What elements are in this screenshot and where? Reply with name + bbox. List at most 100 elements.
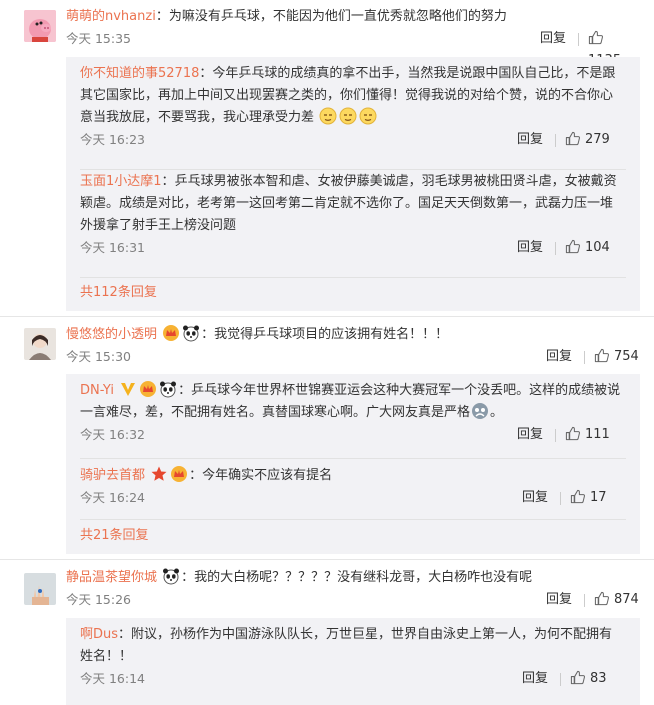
colon: ： — [181, 570, 195, 585]
colon: ： — [199, 66, 213, 81]
panda-emoji-icon — [160, 381, 177, 398]
thumbs-up-icon — [594, 348, 609, 363]
timestamp: 今天 16:32 — [80, 427, 145, 442]
reply-button[interactable]: 回复 — [546, 589, 572, 611]
separator — [555, 429, 556, 442]
crown-badge-icon — [171, 466, 188, 482]
divider — [80, 458, 626, 459]
like-count: 754 — [614, 349, 639, 364]
reply-text-line: 啊Dus：附议，孙杨作为中国游泳队队长，万世巨星，世界自由泳史上第一人，为何不配… — [80, 624, 626, 646]
reply-item: 骑驴去首都 ：今年确实不应该有提名 今天 16:24 回复 17 — [80, 465, 626, 509]
timestamp: 今天 15:35 — [66, 31, 131, 46]
smug-emoji-icon — [359, 107, 377, 125]
username-link[interactable]: 慢悠悠的小透明 — [66, 327, 157, 342]
reply-text: 今年确实不应该有提名 — [202, 468, 333, 483]
like-count: 104 — [585, 240, 610, 255]
reply-text: 一言难尽，差，不配拥有姓名。真替国球寒心啊。广大网友真是严格 — [80, 405, 471, 420]
thumbs-up-icon — [588, 30, 603, 45]
separator — [560, 492, 561, 505]
username-link[interactable]: 啊Dus — [80, 627, 118, 642]
reply-box: DN-Yi ：乒乓球今年世界杯世锦赛亚运会这种大赛冠军一个没丢吧。这样的成绩被说… — [66, 374, 640, 554]
reply-item: 你不知道的事52718：今年乒乓球的成绩真的拿不出手，当然我是说跟中国队自己比，… — [80, 63, 626, 151]
reply-text-line: 姓名！！ — [80, 649, 133, 664]
avatar[interactable] — [24, 573, 56, 605]
like-button[interactable]: 754 — [594, 346, 639, 368]
timestamp: 今天 16:31 — [80, 240, 145, 255]
reply-box: 你不知道的事52718：今年乒乓球的成绩真的拿不出手，当然我是说跟中国队自己比，… — [66, 57, 640, 311]
avatar[interactable] — [24, 10, 56, 42]
thumbs-up-icon — [565, 239, 580, 254]
more-replies-link[interactable]: 共112条回复 — [80, 282, 157, 304]
colon: ： — [178, 383, 192, 398]
comment-text: 为嘛没有乒乓球，不能因为他们一直优秀就忽略他们的努力 — [168, 9, 507, 24]
reply-text: 乒乓球男被张本智和虐、女被伊藤美诚虐，羽毛球男被桃田贤斗虐，女被戴资 — [174, 174, 617, 189]
reply-button[interactable]: 回复 — [517, 129, 543, 151]
separator — [584, 351, 585, 364]
reply-text-line: 一言难尽，差，不配拥有姓名。真替国球寒心啊。广大网友真是严格 。 — [80, 402, 626, 424]
reply-text-line: 意当我放屁，不要骂我，我心理承受力差 — [80, 107, 626, 129]
username-link[interactable]: 萌萌的nvhanzi — [66, 9, 156, 24]
reply-meta: 今天 16:23 回复 279 — [80, 129, 626, 151]
reply-button[interactable]: 回复 — [540, 28, 566, 50]
panda-emoji-icon — [163, 568, 180, 585]
more-replies-link[interactable]: 共21条回复 — [80, 525, 149, 547]
reply-meta: 今天 16:31 回复 104 — [80, 237, 626, 259]
reply-text-line: DN-Yi ：乒乓球今年世界杯世锦赛亚运会这种大赛冠军一个没丢吧。这样的成绩被说 — [80, 380, 626, 402]
thumbs-up-icon — [594, 591, 609, 606]
username-link[interactable]: 静品温茶望你城 — [66, 570, 157, 585]
reply-text-line: 骑驴去首都 ：今年确实不应该有提名 — [80, 465, 626, 487]
like-button[interactable]: 279 — [565, 129, 610, 151]
reply-button[interactable]: 回复 — [517, 424, 543, 446]
reply-text: 今年乒乓球的成绩真的拿不出手，当然我是说跟中国队自己比，不是跟 — [212, 66, 616, 81]
username-link[interactable]: 骑驴去首都 — [80, 468, 145, 483]
reply-button[interactable]: 回复 — [546, 346, 572, 368]
reply-button[interactable]: 回复 — [522, 668, 548, 690]
comment-text: 我的大白杨呢？？？？？没有继科龙哥，大白杨咋也没有呢 — [194, 570, 533, 585]
smug-emoji-icon — [319, 107, 337, 125]
reply-text-line: 其它国家比，再加上中间又出现罢赛之类的，你们懂得！觉得我说的对给个赞，说的不合你… — [80, 88, 614, 103]
reply-item: 玉面1小达摩1：乒乓球男被张本智和虐、女被伊藤美诚虐，羽毛球男被桃田贤斗虐，女被… — [80, 171, 626, 259]
avatar[interactable] — [24, 328, 56, 360]
colon: ： — [155, 9, 169, 24]
separator — [560, 673, 561, 686]
comment-text-line: 慢悠悠的小透明 ：我觉得乒乓球项目的应该拥有姓名！！！ — [66, 324, 640, 346]
reply-text: 乒乓球今年世界杯世锦赛亚运会这种大赛冠军一个没丢吧。这样的成绩被说 — [191, 383, 621, 398]
reply-button[interactable]: 回复 — [517, 237, 543, 259]
divider — [80, 169, 626, 170]
like-button[interactable]: 17 — [570, 487, 607, 509]
timestamp: 今天 15:30 — [66, 349, 131, 364]
reply-meta: 今天 16:24 回复 17 — [80, 487, 626, 509]
colon: ： — [189, 468, 203, 483]
like-button[interactable]: 83 — [570, 668, 607, 690]
thumbs-up-icon — [570, 489, 585, 504]
reply-text: 附议，孙杨作为中国游泳队队长，万世巨星，世界自由泳史上第一人，为何不配拥有 — [131, 627, 613, 642]
crown-badge-icon — [163, 325, 180, 341]
separator — [584, 594, 585, 607]
like-count: 17 — [590, 490, 607, 505]
comment-text: 我觉得乒乓球项目的应该拥有姓名！！！ — [214, 327, 449, 342]
reply-item: DN-Yi ：乒乓球今年世界杯世锦赛亚运会这种大赛冠军一个没丢吧。这样的成绩被说… — [80, 380, 626, 446]
crying-emoji-icon — [472, 403, 489, 419]
like-button[interactable]: 111 — [565, 424, 610, 446]
like-count: 874 — [614, 592, 639, 607]
like-count: 83 — [590, 671, 607, 686]
like-button[interactable]: 104 — [565, 237, 610, 259]
username-link[interactable]: 你不知道的事52718 — [80, 66, 199, 81]
reply-button[interactable]: 回复 — [522, 487, 548, 509]
reply-text-line: 你不知道的事52718：今年乒乓球的成绩真的拿不出手，当然我是说跟中国队自己比，… — [80, 63, 626, 85]
username-link[interactable]: DN-Yi — [80, 383, 114, 398]
period: 。 — [490, 405, 504, 420]
separator — [578, 33, 579, 46]
reply-text-line: 颖虐。成绩是对比，老考第一这回考第二肯定就不选你了。国足天天倒数第一，武磊力压一… — [80, 196, 614, 211]
reply-text-line: 外援拿了射手王上榜没问题 — [80, 218, 237, 233]
comment-text-line: 静品温茶望你城 ：我的大白杨呢？？？？？没有继科龙哥，大白杨咋也没有呢 — [66, 567, 640, 589]
panda-emoji-icon — [183, 325, 200, 342]
reply-meta: 今天 16:32 回复 111 — [80, 424, 626, 446]
reply-meta: 今天 16:14 回复 83 — [80, 668, 626, 690]
star-badge-icon — [151, 466, 167, 481]
v-badge-icon — [121, 383, 136, 396]
like-count: 111 — [585, 427, 610, 442]
like-button[interactable]: 874 — [594, 589, 639, 611]
reply-text: 意当我放屁，不要骂我，我心理承受力差 — [80, 110, 315, 125]
username-link[interactable]: 玉面1小达摩1 — [80, 174, 162, 189]
